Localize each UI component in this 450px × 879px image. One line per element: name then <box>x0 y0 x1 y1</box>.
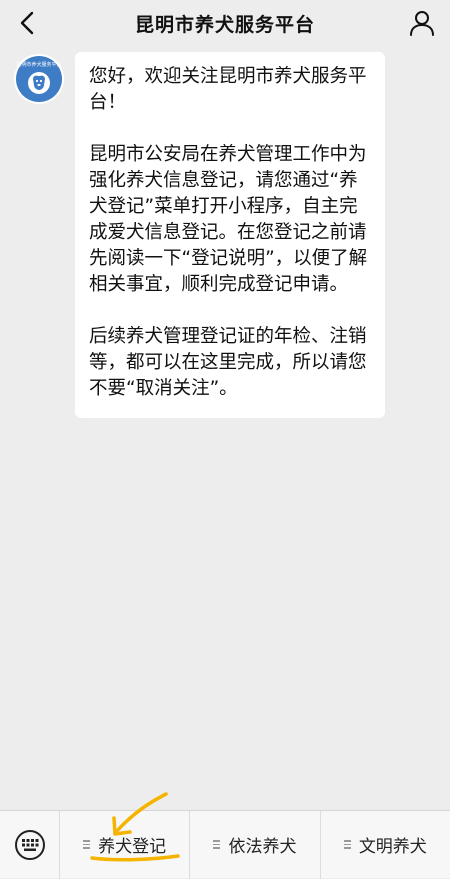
navigation-bar: 昆明市养犬服务平台 <box>0 0 450 46</box>
avatar-text: 昆明市养犬服务平台 <box>16 62 62 68</box>
menu-item-dog-registration[interactable]: 养犬登记 <box>60 811 189 879</box>
menu-item-label: 文明养犬 <box>358 837 427 857</box>
menu-item-lawful-dog-keeping[interactable]: 依法养犬 <box>189 810 319 879</box>
chat-area: 昆明市养犬服务平台 您好，欢迎关注昆明市养犬服务平台！ 昆明市公安局在养犬管理工… <box>0 46 450 810</box>
menu-item-label: 依法养犬 <box>228 837 297 857</box>
profile-button[interactable] <box>408 9 436 37</box>
welcome-message-bubble: 您好，欢迎关注昆明市养犬服务平台！ 昆明市公安局在养犬管理工作中为强化养犬信息登… <box>75 52 385 418</box>
keyboard-toggle-button[interactable] <box>0 810 60 879</box>
chevron-left-icon <box>20 11 34 35</box>
bottom-menu-bar: 养犬登记 依法养犬 文明养犬 <box>0 810 450 879</box>
message-paragraph: 后续养犬管理登记证的年检、注销等，都可以在这里完成，所以请您不要“取消关注”。 <box>89 326 367 399</box>
message-paragraph: 您好，欢迎关注昆明市养犬服务平台！ <box>89 66 367 113</box>
dog-icon <box>28 72 50 94</box>
back-button[interactable] <box>12 8 42 38</box>
avatar-logo: 昆明市养犬服务平台 <box>16 56 62 102</box>
page-title: 昆明市养犬服务平台 <box>134 13 315 36</box>
person-icon <box>410 11 434 36</box>
account-avatar[interactable]: 昆明市养犬服务平台 <box>14 54 64 104</box>
keyboard-icon <box>14 829 45 860</box>
message-paragraph: 昆明市公安局在养犬管理工作中为强化养犬信息登记，请您通过“养犬登记”菜单打开小程… <box>89 144 368 295</box>
menu-icon <box>83 840 91 849</box>
menu-item-civilized-dog-keeping[interactable]: 文明养犬 <box>319 810 450 879</box>
menu-icon <box>343 840 351 849</box>
menu-icon <box>213 840 221 849</box>
menu-item-label: 养犬登记 <box>98 837 167 857</box>
